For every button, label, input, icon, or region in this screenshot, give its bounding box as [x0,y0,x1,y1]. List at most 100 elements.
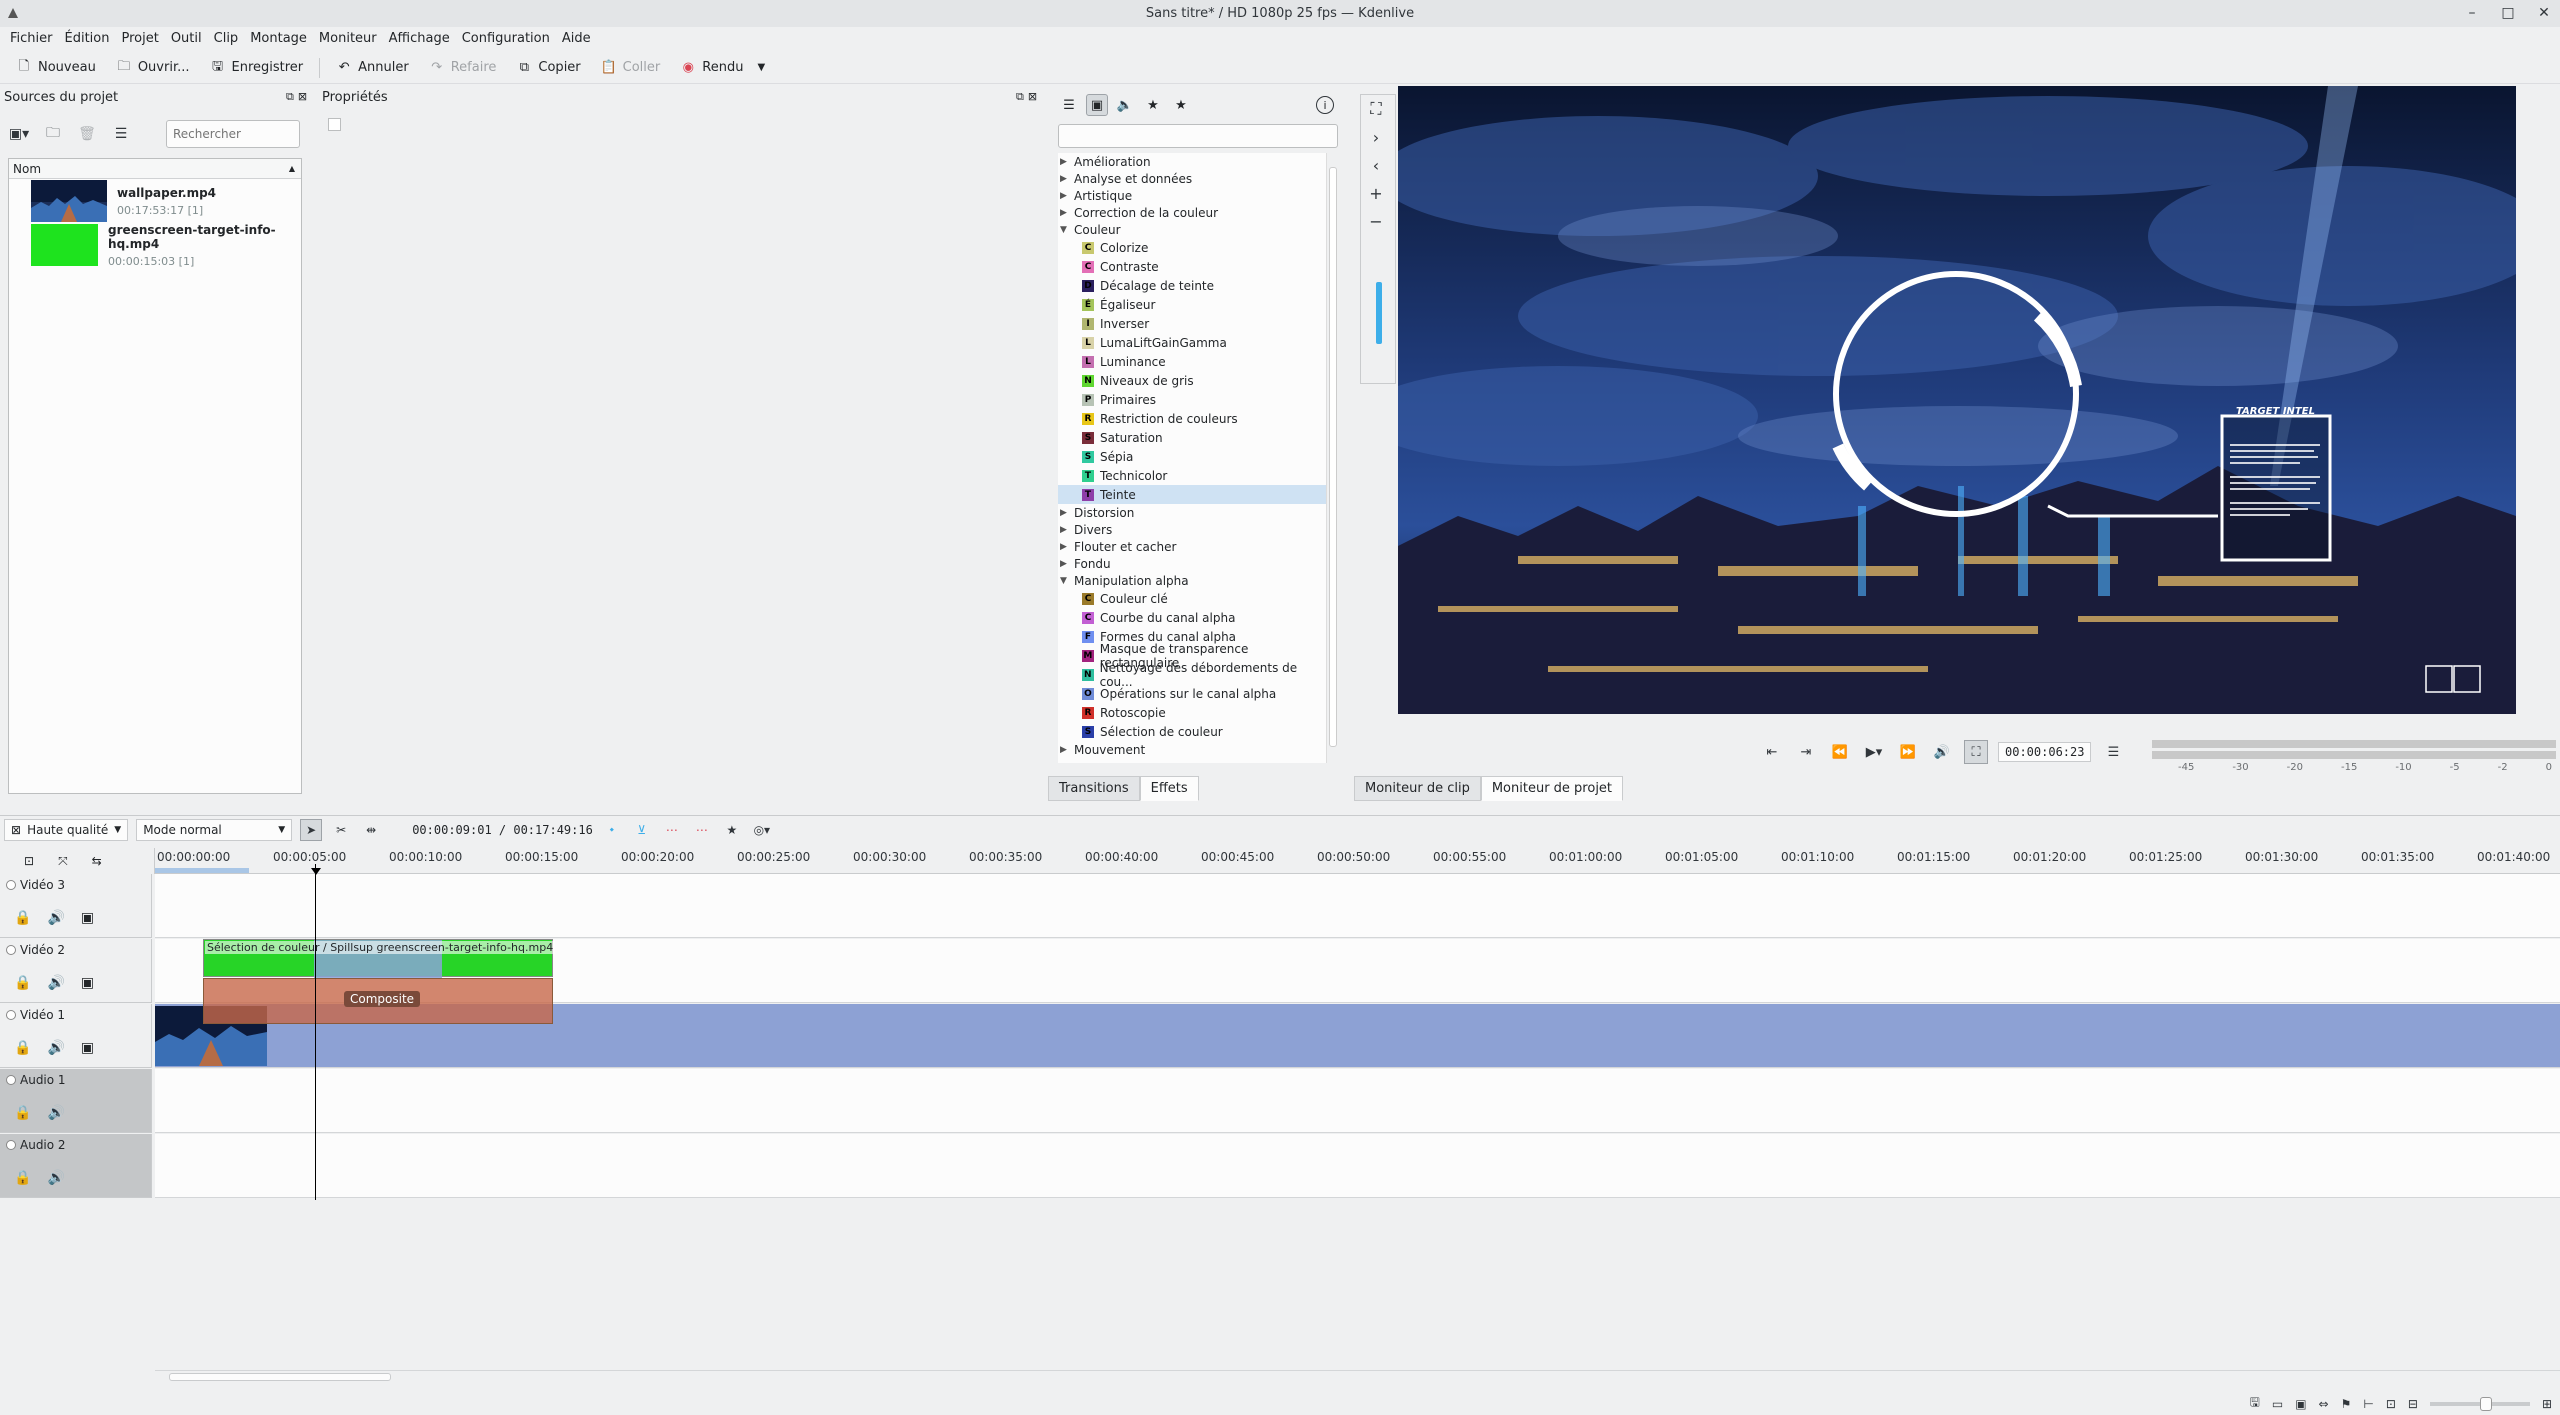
zoom-in-icon[interactable]: + [1361,179,1391,207]
tab-transitions[interactable]: Transitions [1048,776,1140,801]
effect-item[interactable]: C Colorize [1058,238,1326,257]
open-button[interactable]: 🗀 Ouvrir... [108,56,198,80]
chevron-right-icon[interactable]: › [1361,123,1391,151]
fit-zoom-icon[interactable]: ⊡ [24,854,34,868]
audio-effects-icon[interactable]: 🔈 [1114,94,1136,116]
effect-item[interactable]: N Nettoyage des débordements de cou... [1058,661,1326,689]
timeline-settings-icon[interactable]: ◎▾ [751,819,773,841]
tab-clip-monitor[interactable]: Moniteur de clip [1354,776,1481,801]
zoom-slider[interactable] [2429,1396,2530,1411]
effect-item[interactable]: L LumaLiftGainGamma [1058,333,1326,352]
bin-search-input[interactable] [166,120,300,148]
razor-tool-icon[interactable]: ✂ [330,819,352,841]
fit-zoom-icon[interactable]: ⊡ [2386,1397,2396,1411]
effects-scrollbar[interactable] [1326,153,1338,763]
bin-clip-row[interactable]: greenscreen-target-info-hq.mp4 00:00:15:… [9,223,301,268]
track-lane-video3[interactable] [155,874,2560,938]
track-header-video3[interactable]: Vidéo 3 🔒 🔊 ▣ [0,874,152,938]
monitor-menu-icon[interactable]: ☰ [2101,740,2125,764]
track-active-toggle[interactable] [6,1010,16,1020]
menu-aide[interactable]: Aide [556,31,597,46]
effect-category[interactable]: ▶ Analyse et données [1058,170,1326,187]
custom-effects-icon[interactable]: ★ [1142,94,1164,116]
effect-item[interactable]: I Inverser [1058,314,1326,333]
track-header-audio2[interactable]: Audio 2 🔒 🔊 [0,1134,152,1198]
paste-button[interactable]: 📋 Coller [593,56,669,80]
extract-icon[interactable]: ⋯ [691,819,713,841]
timeline-view-icon[interactable]: ▭ [2272,1397,2283,1411]
effects-search-input[interactable] [1058,124,1338,148]
scrollbar-thumb[interactable] [1329,167,1337,747]
lock-icon[interactable]: 🔒 [14,1105,31,1121]
favorite-star-icon[interactable]: ★ [721,819,743,841]
rewind-icon[interactable]: ⏪ [1828,740,1852,764]
effect-category[interactable]: ▼ Couleur [1058,221,1326,238]
float-icon[interactable]: ⧉ [286,90,294,104]
menu-clip[interactable]: Clip [208,31,245,46]
track-header-video2[interactable]: Vidéo 2 🔒 🔊 ▣ [0,939,152,1003]
close-icon[interactable]: ✕ [2536,3,2552,23]
mute-icon[interactable]: 🔊 [47,910,64,926]
menu-projet[interactable]: Projet [115,31,164,46]
menu-moniteur[interactable]: Moniteur [313,31,383,46]
menu-fichier[interactable]: Fichier [4,31,59,46]
copy-button[interactable]: ⧉ Copier [508,56,588,80]
play-icon[interactable]: ▶▾ [1862,740,1886,764]
menu-outil[interactable]: Outil [165,31,208,46]
thumbnail-icon[interactable]: ▣ [2295,1397,2306,1411]
effect-category[interactable]: ▼ Manipulation alpha [1058,572,1326,589]
audio-align-icon[interactable]: ⇆ [92,854,102,868]
track-active-toggle[interactable] [6,880,16,890]
playhead-marker-icon[interactable] [311,868,321,875]
menu-icon[interactable]: ☰ [110,123,132,145]
lock-icon[interactable]: 🔒 [14,1040,31,1056]
mute-icon[interactable]: 🔊 [47,1105,64,1121]
close-icon[interactable]: ⊠ [298,90,307,104]
zoom-in-icon[interactable]: ⊞ [2542,1397,2552,1411]
effect-category[interactable]: ▶ Fondu [1058,555,1326,572]
float-icon[interactable]: ⧉ [1016,90,1024,104]
menu-configuration[interactable]: Configuration [456,31,556,46]
effect-category[interactable]: ▶ Artistique [1058,187,1326,204]
menu-affichage[interactable]: Affichage [383,31,456,46]
menu-edition[interactable]: Édition [59,31,116,46]
save-button[interactable]: 🖫 Enregistrer [202,56,312,80]
menu-montage[interactable]: Montage [244,31,313,46]
new-button[interactable]: 🗋 Nouveau [8,56,104,80]
edit-mode-combo[interactable]: Mode normal ▼ [136,818,293,841]
effect-item[interactable]: C Couleur clé [1058,589,1326,608]
overwrite-icon[interactable]: ⊻ [631,819,653,841]
favorite-effects-icon[interactable]: ★ [1170,94,1192,116]
effect-item[interactable]: T Technicolor [1058,466,1326,485]
marker-icon[interactable]: ⚑ [2341,1397,2352,1411]
save-status-icon[interactable]: 🖫 [2250,1393,2260,1414]
render-button[interactable]: ◉ Rendu ▼ [672,56,773,80]
effect-item[interactable]: C Courbe du canal alpha [1058,608,1326,627]
zoom-slider-handle[interactable] [2479,1396,2492,1411]
add-clip-icon[interactable]: ▣▾ [8,123,30,145]
track-lane-audio1[interactable] [155,1069,2560,1133]
timeline-playhead[interactable] [315,864,316,1200]
effect-item[interactable]: S Saturation [1058,428,1326,447]
monitor-timecode[interactable]: 00:00:06:23 [1998,742,2092,762]
add-folder-icon[interactable]: 🗀 [42,123,64,145]
video-effects-icon[interactable]: ▣ [1086,94,1108,116]
effect-item[interactable]: R Rotoscopie [1058,703,1326,722]
effect-item[interactable]: T Teinte [1058,485,1326,504]
effect-item[interactable]: S Sélection de couleur [1058,722,1326,741]
track-header-video1[interactable]: Vidéo 1 🔒 🔊 ▣ [0,1004,152,1068]
effect-item[interactable]: S Sépia [1058,447,1326,466]
hide-video-icon[interactable]: ▣ [81,975,94,991]
track-active-toggle[interactable] [6,945,16,955]
effect-item[interactable]: R Restriction de couleurs [1058,409,1326,428]
dock-float-close[interactable]: ⧉ ⊠ [1016,90,1037,104]
effect-category[interactable]: ▶ Amélioration [1058,153,1326,170]
lock-icon[interactable]: 🔒 [14,975,31,991]
volume-icon[interactable]: 🔊 [1930,740,1954,764]
hide-video-icon[interactable]: ▣ [81,910,94,926]
properties-enable-checkbox[interactable] [328,118,341,131]
composite-transition[interactable]: Composite [203,978,553,1024]
hide-video-icon[interactable]: ▣ [81,1040,94,1056]
lock-icon[interactable]: 🔒 [14,910,31,926]
zoom-out-icon[interactable]: − [1361,207,1391,235]
